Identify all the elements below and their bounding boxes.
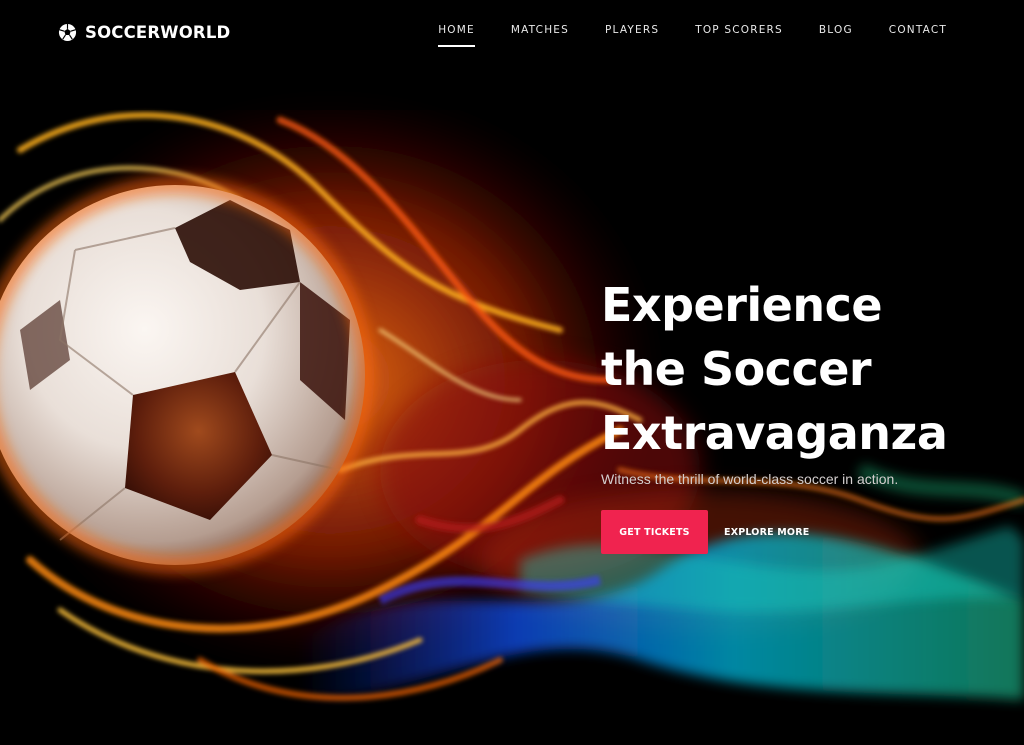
hero-title-line-2: the Soccer [601, 342, 872, 396]
hero-subtitle: Witness the thrill of world-class soccer… [601, 471, 899, 487]
hero-buttons: GET TICKETS EXPLORE MORE [601, 510, 1011, 554]
get-tickets-button[interactable]: GET TICKETS [601, 510, 708, 554]
nav-players[interactable]: PLAYERS [605, 24, 659, 42]
explore-more-button[interactable]: EXPLORE MORE [724, 527, 809, 538]
soccer-ball-icon [58, 23, 77, 41]
main-nav: HOME MATCHES PLAYERS TOP SCORERS BLOG CO… [438, 24, 947, 47]
nav-home[interactable]: HOME [438, 24, 475, 47]
site-header: SOCCERWORLD HOME MATCHES PLAYERS TOP SCO… [0, 0, 1024, 64]
hero-title-line-3: Extravaganza [601, 406, 948, 460]
nav-contact[interactable]: CONTACT [889, 24, 947, 42]
site-logo[interactable]: SOCCERWORLD [58, 20, 230, 44]
hero-title-line-1: Experience [601, 278, 883, 332]
hero-section: Experience the Soccer Extravaganza Witne… [601, 273, 1011, 554]
nav-blog[interactable]: BLOG [819, 24, 853, 42]
hero-title: Experience the Soccer Extravaganza [601, 273, 1011, 465]
nav-top-scorers[interactable]: TOP SCORERS [695, 24, 783, 42]
landing-page: SOCCERWORLD HOME MATCHES PLAYERS TOP SCO… [0, 0, 1024, 745]
brand-name: SOCCERWORLD [85, 22, 231, 42]
nav-matches[interactable]: MATCHES [511, 24, 569, 42]
